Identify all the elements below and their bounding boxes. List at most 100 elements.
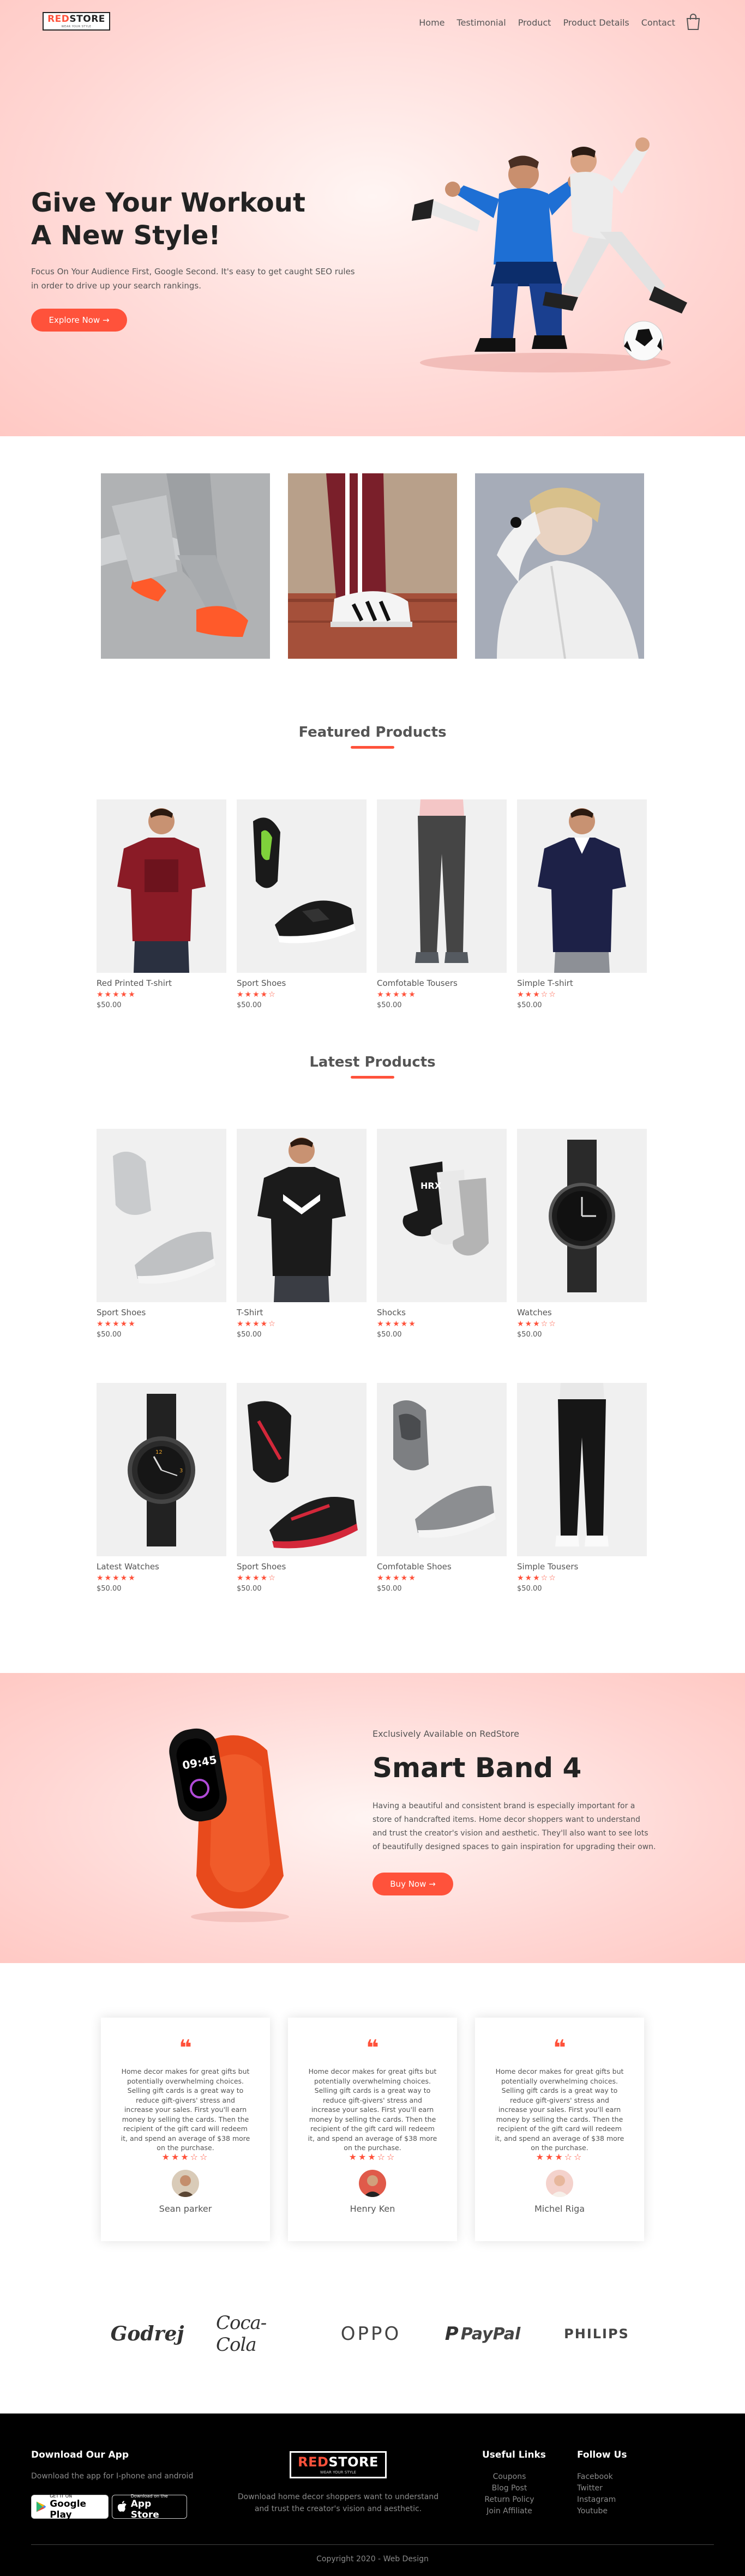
product-name[interactable]: Comfotable Tousers <box>377 978 507 988</box>
product-price: $50.00 <box>237 1331 262 1339</box>
footer-link-blog[interactable]: Blog Post <box>482 2483 537 2494</box>
product-price: $50.00 <box>377 1331 402 1339</box>
footer-divider <box>31 2544 714 2545</box>
offer-subtitle: Exclusively Available on RedStore <box>372 1729 519 1739</box>
footer-link-return[interactable]: Return Policy <box>482 2494 537 2506</box>
product-rating: ★★★★☆ <box>237 990 277 999</box>
product-image <box>237 799 367 973</box>
nav-contact[interactable]: Contact <box>641 17 675 28</box>
footer-useful-links: Coupons Blog Post Return Policy Join Aff… <box>482 2471 537 2517</box>
product-image <box>97 1129 226 1302</box>
explore-now-button[interactable]: Explore Now → <box>31 309 127 332</box>
logo-tagline: WEAR YOUR STYLE <box>61 25 92 28</box>
testimonial-text: Home decor makes for great gifts but pot… <box>121 2067 250 2152</box>
shopping-bag-icon[interactable] <box>685 13 701 31</box>
product-image <box>237 1383 367 1556</box>
nav-product[interactable]: Product <box>518 17 551 28</box>
product-image <box>517 1129 647 1302</box>
product-price: $50.00 <box>377 1001 402 1009</box>
brand-logo-godrej: Godrej <box>104 2318 191 2350</box>
footer-follow-title: Follow Us <box>577 2449 627 2460</box>
title-underline <box>351 746 394 749</box>
product-name[interactable]: Shocks <box>377 1308 507 1317</box>
footer-about-text: Download home decor shoppers want to und… <box>237 2493 439 2513</box>
product-price: $50.00 <box>517 1001 542 1009</box>
product-name[interactable]: Sport Shoes <box>237 978 367 988</box>
testimonial-text: Home decor makes for great gifts but pot… <box>308 2067 437 2152</box>
product-card[interactable]: Sport Shoes ★★★★☆ $50.00 <box>237 799 367 1009</box>
product-name[interactable]: Sport Shoes <box>97 1308 226 1317</box>
brand-oppo-text: OPPO <box>340 2323 401 2345</box>
footer-link-affiliate[interactable]: Join Affiliate <box>482 2506 537 2517</box>
google-play-icon <box>36 2501 46 2512</box>
smart-band-image: 09:45 <box>169 1728 289 1922</box>
product-name[interactable]: Latest Watches <box>97 1562 226 1572</box>
category-image-shoes[interactable] <box>288 473 457 659</box>
offer-text: Having a beautiful and consistent brand … <box>372 1802 656 1851</box>
nav-product-details[interactable]: Product Details <box>563 17 629 28</box>
product-rating: ★★★☆☆ <box>517 1320 557 1328</box>
product-image <box>377 799 507 973</box>
testimonial-name: Michel Riga <box>534 2204 585 2214</box>
product-rating: ★★★★☆ <box>237 1320 277 1328</box>
footer-link-coupons[interactable]: Coupons <box>482 2471 537 2483</box>
product-image <box>377 1383 507 1556</box>
google-play-badge[interactable]: GET IT ON Google Play <box>31 2493 109 2520</box>
latest-title-text: Latest Products <box>309 1054 436 1070</box>
product-card[interactable]: 12 3 Latest Watches ★★★★★ $50.00 <box>97 1383 226 1593</box>
product-name[interactable]: Watches <box>517 1308 647 1317</box>
product-name[interactable]: Red Printed T-shirt <box>97 978 226 988</box>
product-name[interactable]: Sport Shoes <box>237 1562 367 1572</box>
footer-download-text: Download the app for I-phone and android <box>31 2472 194 2481</box>
nav-testimonial[interactable]: Testimonial <box>457 17 506 28</box>
product-rating: ★★★★★ <box>97 990 136 999</box>
footer-download-title: Download Our App <box>31 2449 129 2460</box>
footer-link-youtube[interactable]: Youtube <box>577 2506 616 2517</box>
footer-link-facebook[interactable]: Facebook <box>577 2471 616 2483</box>
hero-title-line2: A New Style! <box>31 220 221 251</box>
product-image: 12 3 <box>97 1383 226 1556</box>
featured-title-text: Featured Products <box>298 724 447 741</box>
footer-link-twitter[interactable]: Twitter <box>577 2483 616 2494</box>
product-card[interactable]: Sport Shoes ★★★★★ $50.00 <box>97 1129 226 1339</box>
product-name[interactable]: Simple Tousers <box>517 1562 647 1572</box>
product-rating: ★★★★★ <box>377 1320 417 1328</box>
product-card[interactable]: Red Printed T-shirt ★★★★★ $50.00 <box>97 799 226 1009</box>
google-play-small: GET IT ON <box>50 2493 72 2499</box>
category-image-jacket[interactable] <box>475 473 644 659</box>
product-card[interactable]: Watches ★★★☆☆ $50.00 <box>517 1129 647 1339</box>
product-card[interactable]: Simple T-shirt ★★★☆☆ $50.00 <box>517 799 647 1009</box>
product-card[interactable]: Comfotable Shoes ★★★★★ $50.00 <box>377 1383 507 1593</box>
svg-text:HRX: HRX <box>420 1181 442 1191</box>
category-image-sneakers[interactable] <box>101 473 270 659</box>
product-rating: ★★★☆☆ <box>517 1574 557 1582</box>
product-name[interactable]: Comfotable Shoes <box>377 1562 507 1572</box>
footer-logo[interactable]: REDSTORE WEAR YOUR STYLE <box>290 2451 387 2478</box>
product-card[interactable]: HRX Shocks ★★★★★ $50.00 <box>377 1129 507 1339</box>
product-card[interactable]: Simple Tousers ★★★☆☆ $50.00 <box>517 1383 647 1593</box>
brand-paypal-text: PayPal <box>460 2324 521 2344</box>
testimonial-card: ❝ Home decor makes for great gifts but p… <box>475 2018 644 2241</box>
product-image <box>237 1129 367 1302</box>
product-card[interactable]: T-Shirt ★★★★☆ $50.00 <box>237 1129 367 1339</box>
product-rating: ★★★★☆ <box>237 1574 277 1582</box>
product-name[interactable]: T-Shirt <box>237 1308 367 1317</box>
app-store-badge[interactable]: Download on the App Store <box>112 2494 187 2520</box>
footer-logo-white: STORE <box>328 2454 378 2470</box>
svg-text:3: 3 <box>179 1468 183 1474</box>
product-card[interactable]: Sport Shoes ★★★★☆ $50.00 <box>237 1383 367 1593</box>
footer-link-instagram[interactable]: Instagram <box>577 2494 616 2506</box>
product-price: $50.00 <box>237 1001 262 1009</box>
quote-icon: ❝ <box>179 2036 192 2061</box>
brand-logo-cocacola: Coca-Cola <box>216 2312 303 2356</box>
nav-home[interactable]: Home <box>419 17 444 28</box>
brand-godrej-text: Godrej <box>110 2322 184 2345</box>
product-card[interactable]: Comfotable Tousers ★★★★★ $50.00 <box>377 799 507 1009</box>
app-store-big: App Store <box>130 2498 159 2520</box>
logo[interactable]: REDSTORE WEAR YOUR STYLE <box>43 12 110 31</box>
buy-now-button[interactable]: Buy Now → <box>372 1873 453 1895</box>
product-price: $50.00 <box>517 1331 542 1339</box>
brand-cocacola-text: Coca-Cola <box>216 2312 267 2356</box>
product-name[interactable]: Simple T-shirt <box>517 978 647 988</box>
avatar <box>546 2170 573 2197</box>
